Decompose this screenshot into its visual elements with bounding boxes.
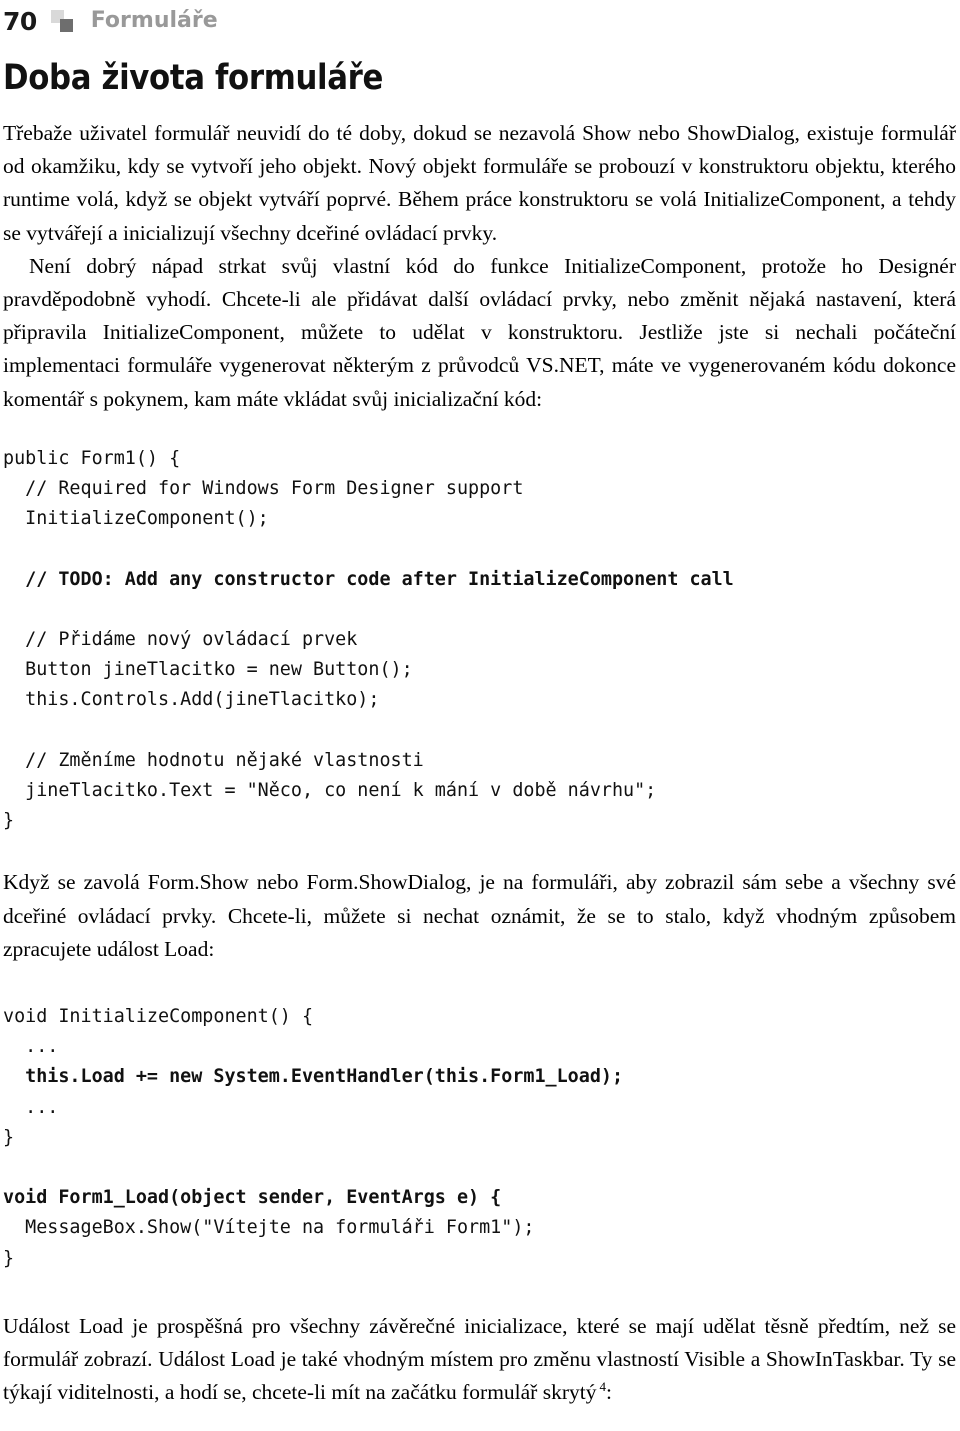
paragraph-1: Třebaže uživatel formulář neuvidí do té …: [3, 121, 956, 245]
paragraph-3: Když se zavolá Form.Show nebo Form.ShowD…: [3, 870, 956, 961]
code-block-form1load: void Form1_Load(object sender, EventArgs…: [3, 1183, 956, 1274]
paragraph-4-tail: :: [605, 1380, 612, 1405]
code-listing-2: void InitializeComponent() { ... this.Lo…: [3, 1006, 624, 1148]
paragraph-2: Není dobrý nápad strkat svůj vlastní kód…: [3, 253, 956, 411]
code-block-constructor: public Form1() { // Required for Windows…: [3, 444, 956, 837]
chapter-marker-icon: [50, 9, 81, 33]
chapter-title: Formuláře: [90, 8, 218, 33]
paragraph-4: Událost Load je prospěšná pro všechny zá…: [3, 1310, 956, 1410]
section-heading: Doba života formuláře: [3, 58, 384, 98]
document-page: 70 Formuláře Doba života formuláře Třeba…: [0, 0, 960, 1431]
paragraph-4-text: Událost Load je prospěšná pro všechny zá…: [3, 1313, 956, 1405]
running-head: 70 Formuláře: [3, 0, 956, 42]
footnote-reference: 4: [599, 1378, 606, 1394]
code-block-initializecomponent: void InitializeComponent() { ... this.Lo…: [3, 1002, 956, 1153]
code-listing-3: void Form1_Load(object sender, EventArgs…: [3, 1187, 535, 1269]
code-listing-1: public Form1() { // Required for Windows…: [3, 447, 734, 832]
page-number: 70: [3, 6, 37, 36]
square-dark-icon: [59, 19, 73, 32]
body-block-one: Třebaže uživatel formulář neuvidí do té …: [3, 117, 956, 416]
